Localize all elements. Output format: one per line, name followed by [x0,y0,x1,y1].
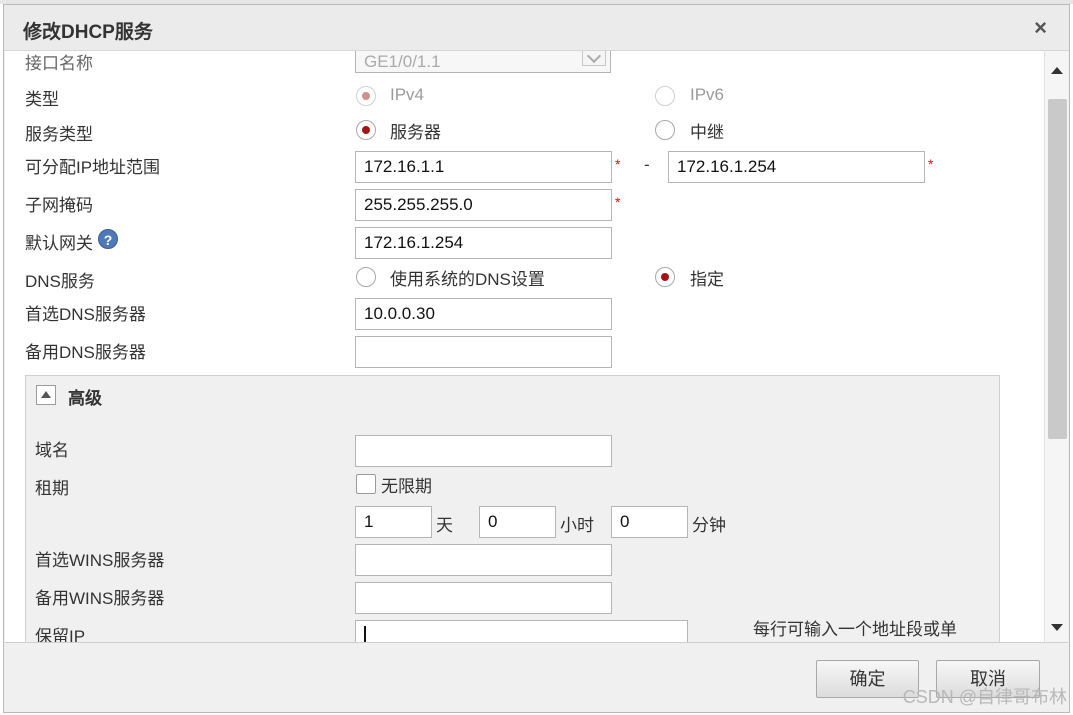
ip-range-separator: - [644,155,650,174]
days-unit: 天 [436,516,453,535]
reserved-ip-label: 保留IP [35,627,86,643]
minutes-unit: 分钟 [692,516,726,535]
unlimited-label: 无限期 [381,477,432,496]
reserved-ip-hint: 每行可输入一个地址段或单 [753,620,957,639]
help-icon[interactable]: ? [98,229,118,249]
dns-service-label: DNS服务 [25,272,95,291]
unlimited-checkbox[interactable] [356,474,376,494]
edit-dhcp-dialog: 修改DHCP服务 × 接口名称 GE1/0/1.1 类型 IPv4 IPv6 服… [3,4,1070,713]
type-ipv6-radio [655,86,675,106]
collapse-icon[interactable] [36,385,56,405]
hours-unit: 小时 [560,516,594,535]
chevron-down-icon [582,51,606,66]
type-ipv4-label: IPv4 [390,85,425,104]
dialog-body: 接口名称 GE1/0/1.1 类型 IPv4 IPv6 服务类型 服务器 中继 … [5,51,1068,643]
primary-dns-input[interactable] [355,298,612,330]
required-mark: * [615,194,621,210]
primary-dns-label: 首选DNS服务器 [25,305,146,324]
ip-range-start-input[interactable] [355,151,612,183]
subnet-mask-label: 子网掩码 [25,196,93,215]
lease-hours-input[interactable] [479,506,556,538]
service-type-server-radio[interactable] [356,120,376,140]
interface-label: 接口名称 [25,54,93,73]
lease-minutes-input[interactable] [611,506,688,538]
ip-range-end-input[interactable] [668,151,925,183]
dns-system-radio[interactable] [356,267,376,287]
ip-range-label: 可分配IP地址范围 [25,158,161,177]
service-type-label: 服务类型 [25,125,93,144]
type-ipv4-radio [356,86,376,106]
advanced-panel: 高级 域名 租期 无限期 天 小时 分钟 首选WINS服务器 备用WINS服务器… [25,375,1000,643]
advanced-title: 高级 [68,389,102,408]
interface-select: GE1/0/1.1 [355,51,611,73]
scrollbar-thumb[interactable] [1048,99,1067,439]
vertical-scrollbar[interactable] [1044,51,1068,642]
type-label: 类型 [25,90,59,109]
gateway-label: 默认网关 [25,234,93,253]
secondary-dns-label: 备用DNS服务器 [25,343,146,362]
scroll-up-icon[interactable] [1051,67,1063,74]
required-mark: * [928,156,934,172]
secondary-wins-input[interactable] [355,582,612,614]
domain-input[interactable] [355,435,612,467]
required-mark: * [615,156,621,172]
reserved-ip-textarea[interactable] [355,620,688,642]
type-ipv6-label: IPv6 [690,85,725,104]
dns-system-label: 使用系统的DNS设置 [390,270,545,289]
dialog-title: 修改DHCP服务 [23,22,153,43]
secondary-dns-input[interactable] [355,336,612,368]
lease-label: 租期 [35,479,69,498]
scroll-down-icon[interactable] [1051,624,1063,631]
service-type-relay-label: 中继 [690,123,724,142]
lease-days-input[interactable] [355,506,432,538]
watermark: CSDN @自律哥布林 [902,687,1067,707]
dialog-titlebar: 修改DHCP服务 × [4,5,1069,51]
service-type-relay-radio[interactable] [655,120,675,140]
close-icon[interactable]: × [1034,15,1047,41]
dns-specify-radio[interactable] [655,267,675,287]
subnet-mask-input[interactable] [355,189,612,221]
interface-value: GE1/0/1.1 [364,52,441,71]
dns-specify-label: 指定 [690,270,724,289]
gateway-input[interactable] [355,227,612,259]
text-cursor [364,626,366,642]
primary-wins-label: 首选WINS服务器 [35,551,165,570]
service-type-server-label: 服务器 [390,123,441,142]
secondary-wins-label: 备用WINS服务器 [35,589,165,608]
primary-wins-input[interactable] [355,544,612,576]
domain-label: 域名 [35,441,69,460]
